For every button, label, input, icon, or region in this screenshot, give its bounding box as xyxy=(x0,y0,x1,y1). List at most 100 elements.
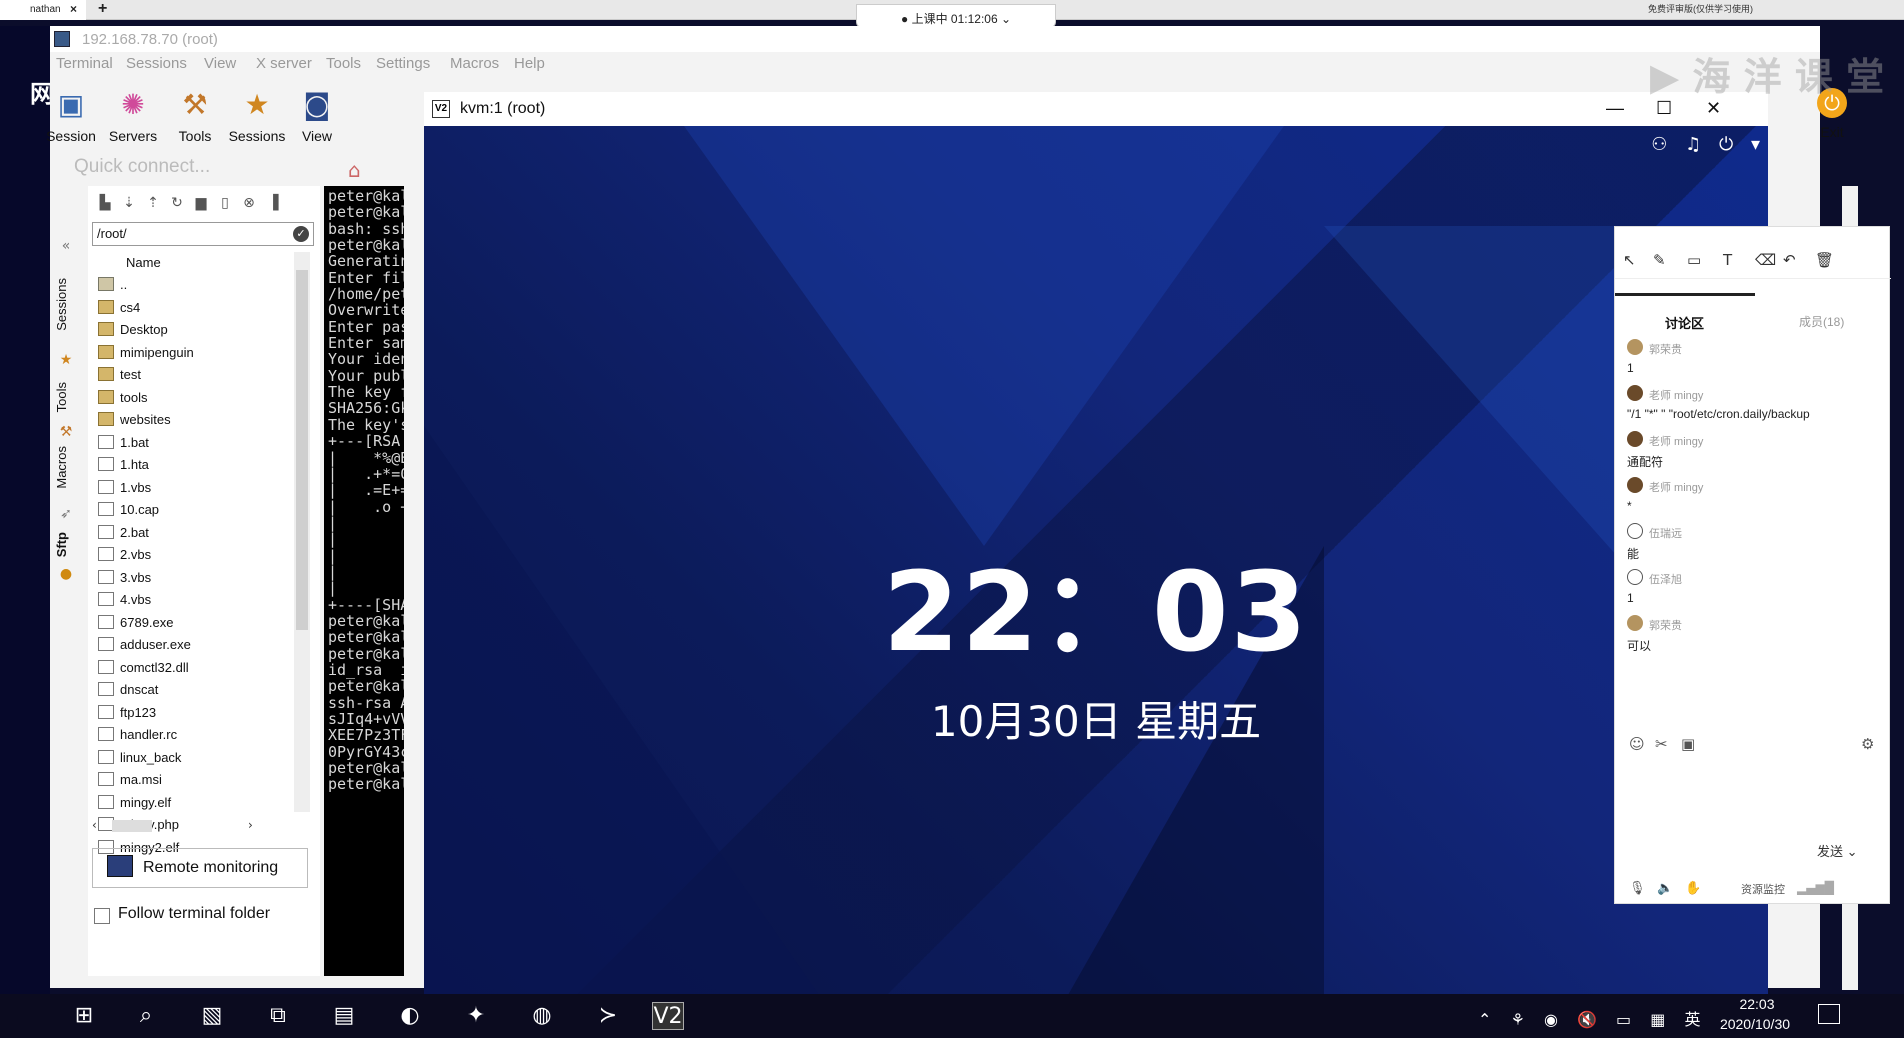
chat-app-icon[interactable]: ◍ xyxy=(526,1002,558,1030)
collapse-chevron-icon[interactable]: « xyxy=(58,238,74,254)
side-tab-macros[interactable]: Macros xyxy=(54,446,78,489)
session-button[interactable]: ▣ Session xyxy=(36,88,106,160)
folder-item[interactable]: cs4 xyxy=(94,297,290,320)
file-item[interactable]: 2.bat xyxy=(94,522,290,545)
delete-icon[interactable]: ⊗ xyxy=(240,194,258,212)
home-icon[interactable]: ⌂ xyxy=(348,158,361,182)
file-list-header-name[interactable]: Name xyxy=(92,252,292,274)
vnc-taskbar-icon[interactable]: V2 xyxy=(652,1002,684,1030)
folder-item[interactable]: websites xyxy=(94,409,290,432)
side-tab-sftp[interactable]: Sftp xyxy=(54,532,78,557)
battery-icon[interactable]: ▭ xyxy=(1616,1010,1631,1029)
tray-bot-icon[interactable]: ◉ xyxy=(1544,1010,1558,1029)
folder-item[interactable]: mimipenguin xyxy=(94,342,290,365)
resource-monitor-label[interactable]: 资源监控 xyxy=(1741,881,1785,897)
file-item[interactable]: 1.vbs xyxy=(94,477,290,500)
file-item[interactable]: 4.vbs xyxy=(94,589,290,612)
view-button[interactable]: ◙ View xyxy=(282,88,352,160)
follow-terminal-folder-option[interactable]: Follow terminal folder xyxy=(88,901,318,927)
file-explorer-icon[interactable]: ▤ xyxy=(328,1002,360,1030)
menu-view[interactable]: View xyxy=(204,55,236,72)
remote-monitoring-button[interactable]: Remote monitoring xyxy=(92,848,308,888)
edge-browser-icon[interactable]: ◐ xyxy=(394,1002,426,1030)
file-item[interactable]: comctl32.dll xyxy=(94,657,290,680)
pen-icon[interactable]: ✎ xyxy=(1653,251,1666,269)
tray-chevron-up-icon[interactable]: ⌃ xyxy=(1478,1010,1491,1029)
new-file-icon[interactable]: ▯ xyxy=(216,194,234,212)
menu-help[interactable]: Help xyxy=(514,55,545,72)
file-item[interactable]: 1.hta xyxy=(94,454,290,477)
menu-macros[interactable]: Macros xyxy=(450,55,499,72)
rectangle-icon[interactable]: ▭ xyxy=(1687,251,1701,269)
parent-dir-item[interactable]: .. xyxy=(94,274,290,297)
close-tab-icon[interactable]: × xyxy=(70,2,77,16)
chat-tab-discussion[interactable]: 讨论区 xyxy=(1665,313,1704,332)
sftp-vertical-scrollbar[interactable] xyxy=(294,252,310,812)
text-icon[interactable]: T xyxy=(1723,251,1732,269)
sftp-path-input[interactable]: /root/ ✓ xyxy=(92,222,314,246)
scroll-right-icon[interactable]: › xyxy=(248,818,253,832)
terminal-pane[interactable]: peter@kal peter@kal bash: ssh peter@kal Gene… xyxy=(324,186,404,976)
settings-icon[interactable]: ⚙ xyxy=(1861,735,1874,753)
microphone-icon[interactable]: 🎙 xyxy=(1629,881,1646,896)
file-item[interactable]: mingy.elf xyxy=(94,792,290,815)
file-item[interactable]: 3.vbs xyxy=(94,567,290,590)
menu-settings[interactable]: Settings xyxy=(376,55,430,72)
tools-button[interactable]: ⚒ Tools xyxy=(160,88,230,160)
menu-sessions[interactable]: Sessions xyxy=(126,55,187,72)
side-tab-sessions[interactable]: Sessions xyxy=(54,278,78,331)
eraser-icon[interactable]: ⌫ xyxy=(1755,251,1776,269)
menu-tools[interactable]: Tools xyxy=(326,55,361,72)
follow-folder-checkbox[interactable] xyxy=(94,908,110,924)
minimize-icon[interactable]: — xyxy=(1606,98,1624,119)
power-menu-icon[interactable]: ⏻ xyxy=(1719,134,1733,155)
start-windows-icon[interactable]: ⊞ xyxy=(68,1002,100,1030)
quick-connect-input[interactable]: Quick connect... xyxy=(74,154,302,180)
close-icon[interactable]: ✕ xyxy=(1706,98,1721,119)
image-icon[interactable]: ▣ xyxy=(1681,735,1695,753)
emoji-icon[interactable]: ☺ xyxy=(1629,735,1645,753)
chat-tab-members[interactable]: 成员(18) xyxy=(1799,313,1844,330)
pointer-icon[interactable]: ↖ xyxy=(1623,251,1636,269)
file-item[interactable]: linux_back xyxy=(94,747,290,770)
send-button[interactable]: 发送 ⌄ xyxy=(1817,841,1858,860)
servers-button[interactable]: ✺ Servers xyxy=(98,88,168,160)
file-item[interactable]: adduser.exe xyxy=(94,634,290,657)
app-icon[interactable]: ✦ xyxy=(460,1002,492,1030)
folder-item[interactable]: test xyxy=(94,364,290,387)
network-icon[interactable]: ⚇ xyxy=(1651,134,1667,155)
recording-indicator[interactable]: ● 上课中 01:12:06 ⌄ xyxy=(856,4,1056,28)
scroll-left-icon[interactable]: ‹ xyxy=(92,818,97,832)
photos-icon[interactable]: ▧ xyxy=(196,1002,228,1030)
search-icon[interactable]: ⌕ xyxy=(130,1002,162,1030)
virtualbox-icon[interactable]: ⧉ xyxy=(262,1002,294,1030)
refresh-icon[interactable]: ↻ xyxy=(168,194,186,212)
trash-icon[interactable]: 🗑 xyxy=(1815,251,1834,269)
file-item[interactable]: dnscat xyxy=(94,679,290,702)
terminal-icon[interactable]: ≻ xyxy=(592,1002,624,1030)
speaker-icon[interactable]: 🔈 xyxy=(1657,881,1673,896)
undo-icon[interactable]: ↶ xyxy=(1783,251,1796,269)
tray-app-icon[interactable]: ⚘ xyxy=(1511,1010,1525,1029)
file-item[interactable]: ftp123 xyxy=(94,702,290,725)
maximize-icon[interactable]: ☐ xyxy=(1656,98,1672,119)
more-icon[interactable]: ▐ xyxy=(264,194,282,212)
taskbar-time[interactable]: 22:03 xyxy=(1712,996,1802,1012)
notification-icon[interactable] xyxy=(1818,1004,1840,1024)
browser-tab[interactable]: nathan × xyxy=(0,0,86,20)
menu-xserver[interactable]: X server xyxy=(256,55,312,72)
file-item[interactable]: 1.bat xyxy=(94,432,290,455)
parent-folder-icon[interactable]: ▙ xyxy=(96,194,114,212)
folder-item[interactable]: Desktop xyxy=(94,319,290,342)
hscroll-thumb[interactable] xyxy=(112,820,152,832)
download-icon[interactable]: ⇣ xyxy=(120,194,138,212)
volume-icon[interactable]: ♫ xyxy=(1685,134,1701,155)
file-item[interactable]: 2.vbs xyxy=(94,544,290,567)
taskbar-date[interactable]: 2020/10/30 xyxy=(1700,1016,1810,1032)
scissors-icon[interactable]: ✂ xyxy=(1655,735,1668,753)
new-folder-icon[interactable]: ▆ xyxy=(192,194,210,212)
folder-item[interactable]: tools xyxy=(94,387,290,410)
tray-chevron-icon[interactable]: ▾ xyxy=(1751,134,1760,155)
hand-icon[interactable]: ✋ xyxy=(1685,881,1701,896)
file-item[interactable]: 10.cap xyxy=(94,499,290,522)
